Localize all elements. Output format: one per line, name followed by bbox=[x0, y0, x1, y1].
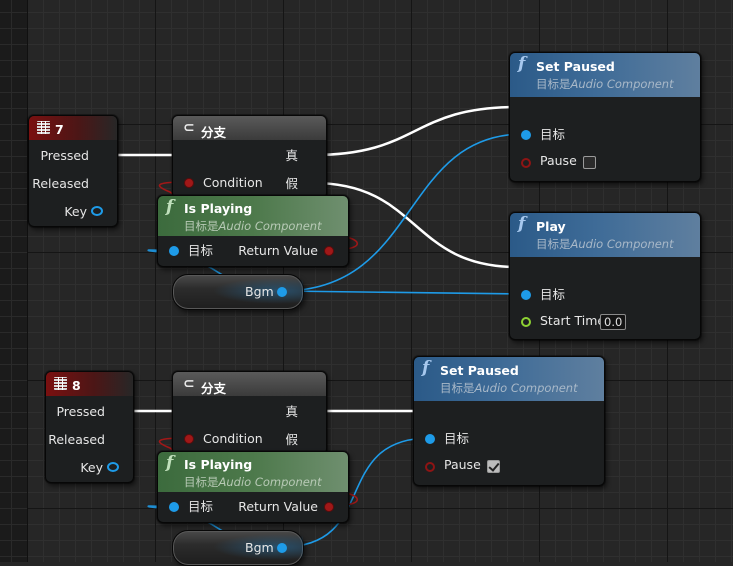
condition-bool-pin[interactable] bbox=[184, 178, 194, 188]
key-7-event-node[interactable]: 7 Pressed Released Key bbox=[28, 115, 118, 227]
is-playing-2-title: Is Playing bbox=[184, 457, 253, 472]
is-playing-1-title: Is Playing bbox=[184, 201, 253, 216]
key-7-event-header[interactable]: 7 bbox=[29, 116, 117, 140]
play-1-header[interactable]: f Play 目标是Audio Component bbox=[510, 213, 700, 257]
condition-bool-pin[interactable] bbox=[184, 434, 194, 444]
set-paused-1-header[interactable]: f Set Paused 目标是Audio Component bbox=[510, 53, 700, 97]
set-paused-2-pause-label: Pause bbox=[444, 457, 481, 472]
set-paused-2-target-pin[interactable] bbox=[425, 434, 435, 444]
is-playing-2-return-label: Return Value bbox=[238, 499, 318, 514]
bgm-2-output-pin[interactable] bbox=[277, 543, 287, 553]
is-playing-1-return-label: Return Value bbox=[238, 243, 318, 258]
branch-node-2[interactable]: ⊂ 分支 真 Condition 假 bbox=[172, 371, 327, 455]
key-8-event-title: 8 bbox=[72, 378, 81, 393]
function-icon: f bbox=[518, 54, 526, 74]
function-icon: f bbox=[166, 197, 174, 217]
released-pin-label: Released bbox=[32, 176, 89, 191]
false-pin-label: 假 bbox=[285, 176, 298, 191]
key-pin-label: Key bbox=[80, 460, 103, 475]
set-paused-1-pause-checkbox[interactable] bbox=[583, 156, 596, 169]
play-1-target-pin[interactable] bbox=[521, 290, 531, 300]
set-paused-1-pause-label: Pause bbox=[540, 153, 577, 168]
condition-pin-label: Condition bbox=[203, 431, 263, 446]
true-pin-label: 真 bbox=[285, 404, 298, 419]
function-icon: f bbox=[166, 453, 174, 473]
released-pin-label: Released bbox=[48, 432, 105, 447]
is-playing-2-target-class: Audio Component bbox=[218, 475, 322, 489]
condition-pin-label: Condition bbox=[203, 175, 263, 190]
is-playing-1-return-pin[interactable] bbox=[324, 246, 334, 256]
keyboard-icon bbox=[54, 377, 67, 390]
is-playing-2-target-pin[interactable] bbox=[169, 502, 179, 512]
pressed-pin-label: Pressed bbox=[40, 148, 89, 163]
is-playing-1-header[interactable]: f Is Playing 目标是Audio Component bbox=[158, 196, 348, 236]
is-playing-2-return-pin[interactable] bbox=[324, 502, 334, 512]
is-playing-2-header[interactable]: f Is Playing 目标是Audio Component bbox=[158, 452, 348, 492]
play-1-target-label: 目标 bbox=[540, 287, 566, 302]
key-7-event-title: 7 bbox=[55, 122, 64, 137]
is-playing-node-1[interactable]: f Is Playing 目标是Audio Component 目标 Retur… bbox=[157, 195, 349, 267]
is-playing-1-target-pin[interactable] bbox=[169, 246, 179, 256]
branch-2-header[interactable]: ⊂ 分支 bbox=[173, 372, 326, 396]
set-paused-1-target-class: Audio Component bbox=[570, 77, 674, 91]
play-1-target-class: Audio Component bbox=[570, 237, 674, 251]
branch-node-1[interactable]: ⊂ 分支 真 Condition 假 bbox=[172, 115, 327, 199]
play-node-1[interactable]: f Play 目标是Audio Component 目标 Start Time … bbox=[509, 212, 701, 340]
play-1-start-time-input[interactable]: 0.0 bbox=[600, 314, 627, 330]
set-paused-node-1[interactable]: f Set Paused 目标是Audio Component 目标 Pause bbox=[509, 52, 701, 182]
key-struct-pin[interactable] bbox=[91, 206, 103, 216]
set-paused-2-target-prefix: 目标是 bbox=[440, 381, 475, 395]
bgm-1-label: Bgm bbox=[245, 284, 274, 299]
key-struct-pin[interactable] bbox=[107, 462, 119, 472]
set-paused-1-title: Set Paused bbox=[536, 59, 615, 74]
set-paused-node-2[interactable]: f Set Paused 目标是Audio Component 目标 Pause bbox=[413, 356, 605, 486]
set-paused-1-target-label: 目标 bbox=[540, 127, 566, 142]
play-1-title: Play bbox=[536, 219, 566, 234]
key-8-event-node[interactable]: 8 Pressed Released Key bbox=[45, 371, 134, 483]
branch-icon: ⊂ bbox=[183, 120, 195, 136]
bgm-variable-node-1[interactable]: Bgm bbox=[172, 274, 304, 310]
set-paused-2-target-label: 目标 bbox=[444, 431, 470, 446]
key-pin-label: Key bbox=[64, 204, 87, 219]
set-paused-2-title: Set Paused bbox=[440, 363, 519, 378]
branch-1-header[interactable]: ⊂ 分支 bbox=[173, 116, 326, 140]
function-icon: f bbox=[518, 214, 526, 234]
branch-icon: ⊂ bbox=[183, 376, 195, 392]
play-1-target-prefix: 目标是 bbox=[536, 237, 571, 251]
set-paused-2-pause-pin[interactable] bbox=[425, 462, 435, 472]
bgm-2-label: Bgm bbox=[245, 540, 274, 555]
is-playing-1-target-label: 目标 bbox=[188, 243, 214, 258]
branch-2-title: 分支 bbox=[201, 381, 227, 396]
set-paused-1-pause-pin[interactable] bbox=[521, 158, 531, 168]
false-pin-label: 假 bbox=[285, 432, 298, 447]
is-playing-1-target-class: Audio Component bbox=[218, 219, 322, 233]
set-paused-2-pause-checkbox[interactable] bbox=[487, 460, 500, 473]
play-1-start-time-label: Start Time bbox=[540, 313, 606, 328]
is-playing-2-target-label: 目标 bbox=[188, 499, 214, 514]
is-playing-node-2[interactable]: f Is Playing 目标是Audio Component 目标 Retur… bbox=[157, 451, 349, 523]
pressed-pin-label: Pressed bbox=[56, 404, 105, 419]
bgm-variable-node-2[interactable]: Bgm bbox=[172, 530, 304, 566]
set-paused-1-target-pin[interactable] bbox=[521, 130, 531, 140]
key-8-event-header[interactable]: 8 bbox=[46, 372, 133, 396]
exec-wire bbox=[312, 105, 518, 157]
is-playing-1-target-prefix: 目标是 bbox=[184, 219, 219, 233]
function-icon: f bbox=[422, 358, 430, 378]
play-1-start-time-pin[interactable] bbox=[521, 317, 531, 327]
set-paused-1-target-prefix: 目标是 bbox=[536, 77, 571, 91]
set-paused-2-header[interactable]: f Set Paused 目标是Audio Component bbox=[414, 357, 604, 401]
is-playing-2-target-prefix: 目标是 bbox=[184, 475, 219, 489]
object-wire bbox=[281, 290, 525, 295]
set-paused-2-target-class: Audio Component bbox=[474, 381, 578, 395]
bgm-1-output-pin[interactable] bbox=[277, 287, 287, 297]
true-pin-label: 真 bbox=[285, 148, 298, 163]
keyboard-icon bbox=[37, 121, 50, 134]
branch-1-title: 分支 bbox=[201, 125, 227, 140]
